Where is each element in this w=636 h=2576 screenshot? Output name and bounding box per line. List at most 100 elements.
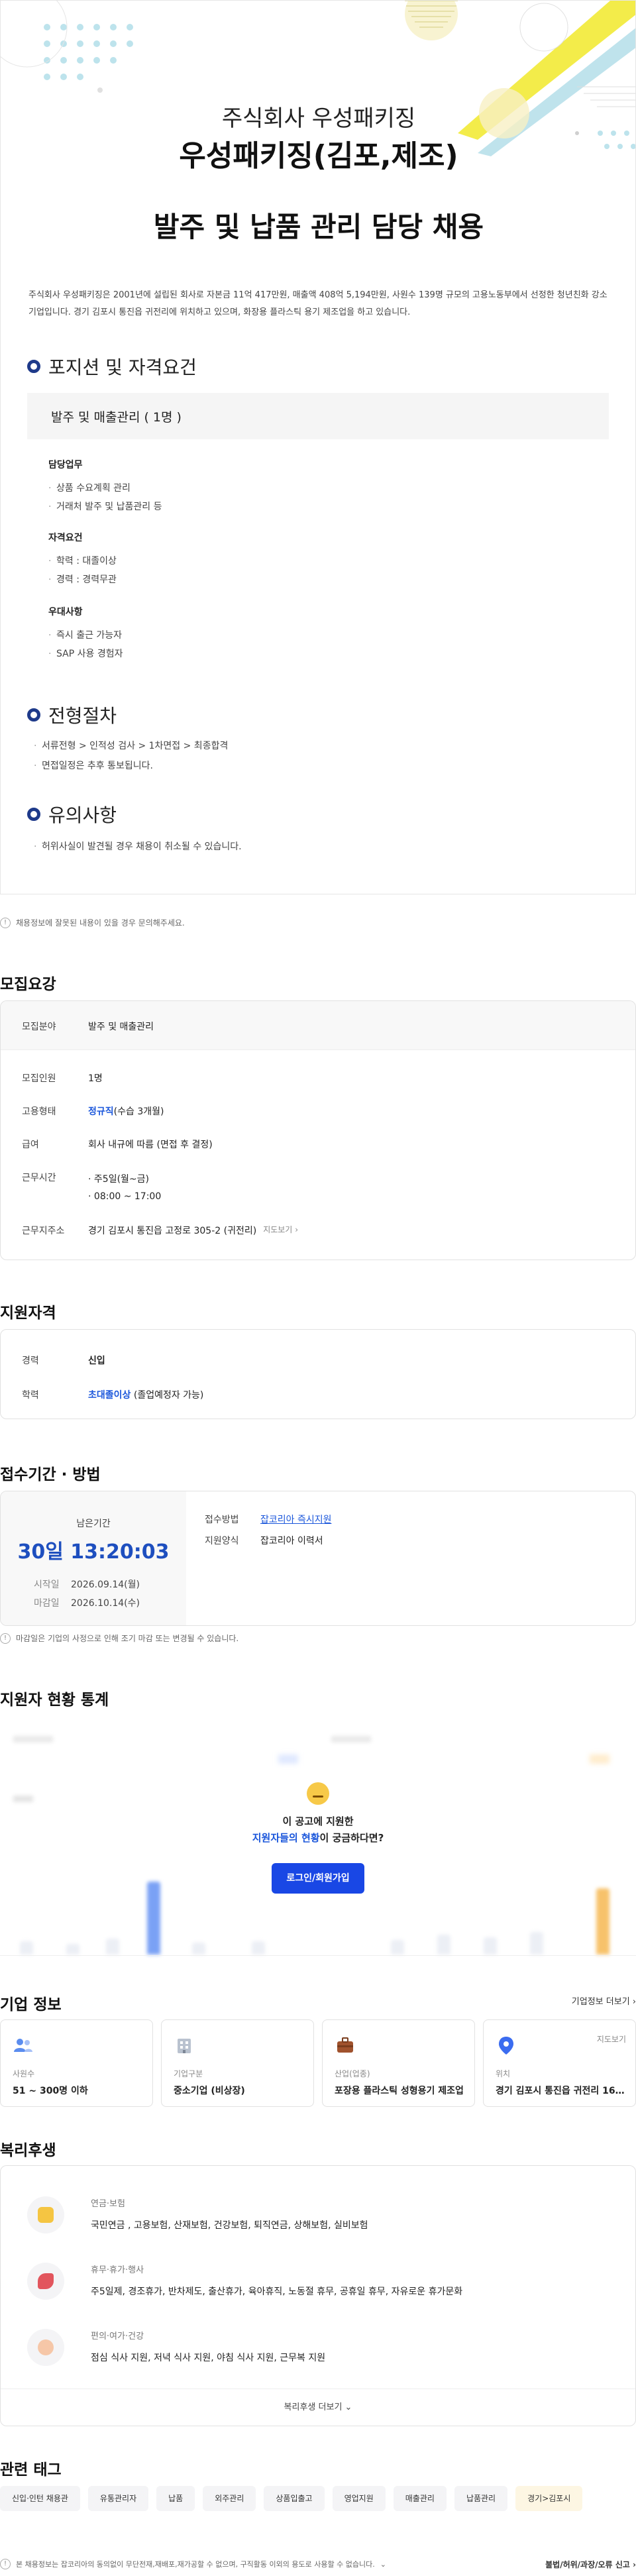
type-note: (수습 3개월) <box>113 1106 164 1117</box>
education-note: (졸업예정자 가능) <box>133 1390 204 1401</box>
blur-bar <box>20 1941 33 1955</box>
position-heading: 포지션 및 자격요건 <box>27 353 197 380</box>
preference-group: 우대사항 즉시 출근 가능자 SAP 사용 경험자 <box>48 605 123 663</box>
process-heading: 전형절차 <box>27 702 117 728</box>
welfare-more-button[interactable]: 복리후생 더보기 ⌄ <box>1 2388 635 2426</box>
location-card: 지도보기 위치 경기 김포시 통진읍 귀전리 168... <box>483 2019 636 2107</box>
job-title: 발주 및 납품 관리 담당 채용 <box>153 211 484 243</box>
blur-placeholder <box>13 1736 53 1743</box>
map-link-text: 지도보기 <box>263 1225 293 1234</box>
field-label: 모집분야 <box>22 1022 56 1032</box>
map-link[interactable]: 지도보기 › <box>263 1224 298 1237</box>
company-intro: 주식회사 우성패키징은 2001년에 설립된 회사로 자본금 11억 417만원… <box>28 290 608 317</box>
deadline-notice: ! 마감일은 기업의 사정으로 인해 조기 마감 또는 변경될 수 있습니다. <box>0 1633 238 1644</box>
count-value: 1명 <box>88 1073 103 1084</box>
login-signup-button[interactable]: 로그인/회원가입 <box>272 1863 364 1894</box>
recruit-field-row: 모집분야 발주 및 매출관리 <box>22 1020 154 1033</box>
report-link-text: 불법/허위/과장/오류 신고 <box>545 2559 630 2569</box>
form-value: 잡코리아 이력서 <box>260 1536 323 1546</box>
company-more-text: 기업정보 더보기 <box>571 1997 630 2007</box>
process-heading-text: 전형절차 <box>48 705 117 727</box>
form-label: 지원양식 <box>205 1536 239 1546</box>
address-label: 근무지주소 <box>22 1226 65 1236</box>
deadline-notice-text: 마감일은 기업의 사정으로 인해 조기 마감 또는 변경될 수 있습니다. <box>16 1634 239 1643</box>
tag[interactable]: 신입·인턴 채용관 <box>0 2486 80 2511</box>
start-label: 시작일 <box>34 1580 60 1590</box>
blur-bar <box>106 1939 119 1955</box>
recruit-summary-box: 모집분야 발주 및 매출관리 모집인원 1명 고용형태 정규직(수습 3개월) … <box>0 1000 636 1260</box>
remaining-time-panel: 남은기간 30일 13:20:03 시작일 2026.09.14(월) 마감일 … <box>1 1491 186 1625</box>
tag[interactable]: 납품관리 <box>454 2486 508 2511</box>
work-time-row: 근무시간 · 주5일(월~금) · 08:00 ~ 17:00 <box>22 1171 161 1205</box>
report-notice: ! 채용정보에 잘못된 내용이 있을 경우 문의해주세요. <box>0 917 185 928</box>
company-heading: 기업 정보 <box>0 1996 62 2013</box>
blur-bar <box>147 1882 160 1955</box>
list-item: · 08:00 ~ 17:00 <box>88 1191 162 1202</box>
hand-heart-icon <box>27 2329 64 2366</box>
blur-axis <box>0 1955 636 1956</box>
info-icon: ! <box>0 917 11 928</box>
prompt-line-2: 지원자들의 현황이 궁금하다면? <box>219 1831 417 1845</box>
card-value: 51 ~ 300명 이하 <box>13 2086 88 2096</box>
tag[interactable]: 외주관리 <box>203 2486 256 2511</box>
duty-group: 담당업무 상품 수요계획 관리 거래처 발주 및 납품관리 등 <box>48 458 162 516</box>
start-date-row: 시작일 2026.09.14(월) <box>34 1578 140 1591</box>
list-item: 면접일정은 추후 통보됩니다. <box>34 756 228 776</box>
type-value: 정규직 <box>88 1106 114 1117</box>
chevron-right-icon: › <box>632 1997 636 2007</box>
apply-method-link[interactable]: 잡코리아 즉시지원 <box>260 1513 332 1526</box>
welfare-desc: 주5일제, 경조휴가, 반차제도, 출산휴가, 육아휴직, 노동절 휴무, 공휴… <box>91 2286 463 2297</box>
employee-count-card: 사원수 51 ~ 300명 이하 <box>0 2019 153 2107</box>
tag[interactable]: 유통관리자 <box>87 2486 149 2511</box>
company-type-card: 기업구분 중소기업 (비상장) <box>161 2019 314 2107</box>
tag[interactable]: 상품입출고 <box>264 2486 325 2511</box>
welfare-title: 휴무·휴가·행사 <box>91 2265 144 2275</box>
salary-label: 급여 <box>22 1140 39 1150</box>
list-item: 상품 수요계획 관리 <box>48 479 162 498</box>
apply-method-row: 접수방법 잡코리아 즉시지원 <box>205 1513 332 1526</box>
caution-heading-text: 유의사항 <box>48 804 117 826</box>
end-label: 마감일 <box>34 1598 60 1609</box>
list-item: 즉시 출근 가능자 <box>48 626 123 645</box>
apply-form-row: 지원양식 잡코리아 이력서 <box>205 1534 323 1547</box>
chevron-right-icon: › <box>633 2559 636 2569</box>
prompt-highlight: 지원자들의 현황 <box>252 1832 320 1844</box>
info-icon: ! <box>0 2559 11 2569</box>
blur-bar <box>437 1935 450 1955</box>
report-notice-text[interactable]: 채용정보에 잘못된 내용이 있을 경우 문의해주세요. <box>16 917 185 928</box>
tag[interactable]: 매출관리 <box>393 2486 447 2511</box>
duty-title: 담당업무 <box>48 460 83 470</box>
copyright-notice: ! 본 채용정보는 잡코리아의 동의없이 무단전재,재배포,재가공할 수 없으며… <box>0 2559 386 2569</box>
education-label: 학력 <box>22 1390 39 1401</box>
list-item: 서류전형 > 인적성 검사 > 1차면접 > 최종합격 <box>34 736 228 756</box>
list-item: 거래처 발주 및 납품관리 등 <box>48 498 162 516</box>
card-label: 사원수 <box>13 2069 35 2078</box>
blur-bar <box>252 1941 265 1955</box>
prompt-line-1: 이 공고에 지원한 <box>282 1815 354 1827</box>
welfare-desc: 점심 식사 지원, 저녁 식사 지원, 야침 식사 지원, 근무복 지원 <box>91 2353 326 2363</box>
tag[interactable]: 납품 <box>156 2486 195 2511</box>
map-link-text: 지도보기 <box>596 2035 626 2044</box>
company-more-link[interactable]: 기업정보 더보기 › <box>572 1994 636 2007</box>
card-label: 산업(업종) <box>335 2069 370 2078</box>
chevron-down-icon: ⌄ <box>344 2402 352 2412</box>
employment-type-row: 고용형태 정규직(수습 3개월) <box>22 1104 164 1118</box>
tag[interactable]: 경기>김포시 <box>515 2486 583 2511</box>
list-item: SAP 사용 경험자 <box>48 645 123 663</box>
salary-value: 회사 내규에 따름 (면접 후 결정) <box>88 1140 213 1150</box>
welfare-item: 연금·보험 국민연금 , 고용보험, 산재보험, 건강보험, 퇴직연금, 상해보… <box>27 2196 368 2233</box>
map-link[interactable]: 지도보기 <box>597 2033 626 2045</box>
chevron-down-icon[interactable]: ⌄ <box>380 2560 386 2569</box>
start-value: 2026.09.14(월) <box>71 1580 140 1590</box>
page: 주식회사 우성패키징 우성패키징(김포,제조) 발주 및 납품 관리 담당 채용… <box>0 0 636 2576</box>
tag[interactable]: 영업지원 <box>332 2486 386 2511</box>
blur-placeholder <box>331 1736 371 1743</box>
report-link[interactable]: 불법/허위/과장/오류 신고 › <box>545 2559 636 2570</box>
welfare-heading: 복리후생 <box>0 2142 56 2159</box>
card-value: 포장용 플라스틱 성형용기 제조업 <box>335 2086 464 2096</box>
remaining-time: 30일 13:20:03 <box>17 1540 170 1564</box>
card-label: 위치 <box>496 2069 511 2078</box>
position-box-text: 발주 및 매출관리 ( 1명 ) <box>51 409 182 425</box>
blur-bar <box>484 1937 497 1955</box>
recruit-count-row: 모집인원 1명 <box>22 1071 103 1085</box>
